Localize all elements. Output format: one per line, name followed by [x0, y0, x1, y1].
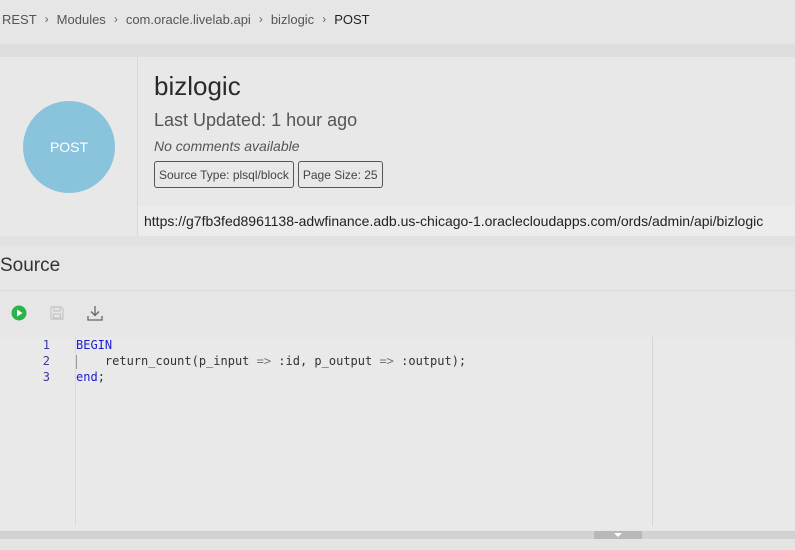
handler-title: bizlogic	[154, 71, 241, 101]
print-margin-ruler	[652, 337, 653, 526]
breadcrumb-template[interactable]: bizlogic	[271, 12, 314, 27]
code-text: :id, p_output	[271, 354, 380, 368]
run-icon	[11, 305, 27, 321]
handler-chips: Source Type: plsql/block Page Size: 25	[154, 161, 383, 188]
line-number: 1	[42, 338, 50, 352]
chevron-right-icon: ›	[44, 12, 49, 26]
comments-text: No comments available	[154, 138, 300, 154]
code-keyword: end	[76, 370, 98, 384]
caret-down-icon	[614, 533, 622, 537]
code-line: return_count(p_input => :id, p_output =>…	[76, 354, 466, 368]
save-icon	[50, 306, 64, 320]
method-badge: POST	[23, 101, 115, 193]
editor-horizontal-scrollbar[interactable]	[0, 531, 795, 539]
code-line: end;	[76, 370, 105, 384]
breadcrumb-handler: POST	[334, 11, 370, 27]
code-editor[interactable]: 1 2 3 BEGIN return_count(p_input => :id,…	[0, 337, 795, 530]
editor-resize-handle[interactable]	[594, 531, 642, 539]
code-operator: =>	[256, 354, 272, 368]
line-number: 2	[42, 354, 50, 368]
run-button[interactable]	[9, 303, 29, 323]
chevron-right-icon: ›	[113, 12, 118, 26]
download-icon	[87, 306, 103, 321]
breadcrumb-modules[interactable]: Modules	[57, 12, 106, 27]
code-text: return_count(p_input	[104, 354, 257, 368]
handler-badge-panel: POST	[0, 57, 138, 236]
code-area[interactable]: BEGIN return_count(p_input => :id, p_out…	[76, 337, 795, 526]
divider	[0, 236, 795, 246]
line-number: 3	[42, 370, 50, 384]
editor-toolbar	[0, 290, 795, 337]
divider	[0, 44, 795, 57]
download-button[interactable]	[85, 303, 105, 323]
bottom-strip	[0, 539, 795, 550]
line-number-gutter: 1 2 3	[0, 337, 76, 526]
save-button[interactable]	[47, 303, 67, 323]
code-operator: =>	[379, 354, 394, 368]
last-updated: Last Updated: 1 hour ago	[154, 110, 358, 130]
code-text: :output);	[393, 354, 467, 368]
source-heading: Source	[0, 255, 61, 276]
code-line: BEGIN	[76, 338, 112, 352]
handler-url[interactable]: https://g7fb3fed8961138-adwfinance.adb.u…	[138, 206, 795, 236]
code-text: ;	[97, 370, 105, 384]
page-size-chip: Page Size: 25	[297, 161, 383, 188]
chevron-right-icon: ›	[258, 12, 263, 26]
breadcrumb-rest[interactable]: REST	[2, 12, 37, 27]
breadcrumb-module[interactable]: com.oracle.livelab.api	[126, 12, 251, 27]
chevron-right-icon: ›	[322, 12, 327, 26]
code-keyword: BEGIN	[76, 338, 113, 352]
source-type-chip: Source Type: plsql/block	[154, 161, 294, 188]
breadcrumb: REST › Modules › com.oracle.livelab.api …	[0, 0, 795, 38]
